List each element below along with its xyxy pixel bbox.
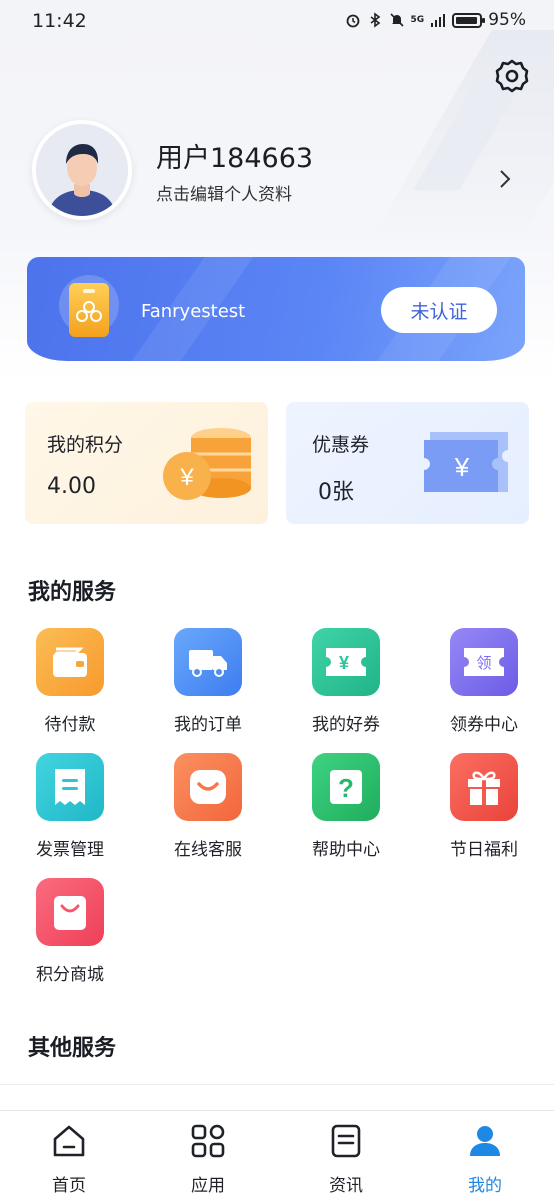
network-label: 5G: [410, 15, 425, 25]
verification-card[interactable]: Fanryestest 未认证: [27, 257, 525, 361]
tab-label: 资讯: [329, 1176, 363, 1196]
service-label: 我的订单: [174, 715, 242, 735]
tab-label: 我的: [468, 1176, 502, 1196]
mute-bell-icon: [389, 13, 404, 27]
profile-icon: [470, 1126, 500, 1156]
coupon-card[interactable]: 优惠券 0张 ¥: [286, 402, 529, 524]
my-services-title: 我的服务: [28, 580, 117, 605]
avatar[interactable]: [32, 120, 132, 220]
wallet-icon: [36, 628, 104, 696]
service-label: 领券中心: [450, 715, 518, 735]
avatar-image: [36, 124, 128, 216]
coupon-value: 0张: [318, 480, 354, 505]
coupon-currency-symbol: ¥: [454, 452, 470, 482]
id-badge-icon: [69, 283, 109, 337]
smile-glyph-icon: [190, 770, 226, 804]
service-smile-icon: [174, 753, 242, 821]
help-glyph-text: ?: [338, 773, 354, 803]
service-my-coupons[interactable]: ¥ 我的好券: [276, 628, 416, 735]
tab-apps[interactable]: 应用: [168, 1123, 248, 1196]
service-my-orders[interactable]: 我的订单: [138, 628, 278, 735]
service-holiday-benefits[interactable]: 节日福利: [414, 753, 554, 860]
service-label: 节日福利: [450, 840, 518, 860]
coupon-icon: ¥: [312, 628, 380, 696]
status-bar: 11:42 5G 95%: [0, 0, 554, 42]
service-label: 积分商城: [36, 965, 104, 985]
battery-level: 95%: [488, 10, 526, 30]
bottom-tab-bar: 首页 应用 资讯 我的: [0, 1110, 554, 1199]
truck-icon: [174, 628, 242, 696]
tab-news[interactable]: 资讯: [306, 1123, 386, 1196]
status-icons: 5G 95%: [345, 10, 526, 30]
shopping-bag-icon: [36, 878, 104, 946]
service-label: 待付款: [44, 715, 96, 735]
truck-glyph-icon: [189, 650, 227, 677]
status-time: 11:42: [32, 10, 87, 32]
bag-glyph-icon: [54, 896, 86, 930]
verify-button[interactable]: 未认证: [381, 287, 497, 333]
service-label: 我的好券: [312, 715, 380, 735]
coin-currency-symbol: ¥: [179, 464, 194, 491]
username[interactable]: 用户184663: [156, 136, 313, 175]
service-label: 在线客服: [174, 840, 242, 860]
invoice-glyph-icon: [55, 769, 85, 805]
alarm-icon: [346, 14, 359, 28]
home-icon: [53, 1125, 85, 1157]
apps-grid-icon: [191, 1124, 225, 1158]
gift-glyph-icon: [468, 771, 500, 805]
gift-icon: [450, 753, 518, 821]
coupon-center-glyph-icon: 领: [464, 648, 504, 676]
tab-home[interactable]: 首页: [29, 1123, 109, 1196]
wallet-glyph-icon: [53, 647, 87, 677]
service-label: 帮助中心: [312, 840, 380, 860]
bluetooth-icon: [370, 12, 380, 28]
invoice-icon: [36, 753, 104, 821]
tab-label: 首页: [52, 1176, 86, 1196]
service-coupon-center[interactable]: 领 领券中心: [414, 628, 554, 735]
service-invoice[interactable]: 发票管理: [0, 753, 140, 860]
points-card[interactable]: 我的积分 4.00 ¥: [25, 402, 268, 524]
service-label: 发票管理: [36, 840, 104, 860]
service-online-support[interactable]: 在线客服: [138, 753, 278, 860]
news-icon: [331, 1124, 361, 1158]
service-pending-payment[interactable]: 待付款: [0, 628, 140, 735]
service-help-center[interactable]: ? 帮助中心: [276, 753, 416, 860]
divider: [0, 1084, 554, 1085]
settings-gear-icon[interactable]: [494, 58, 530, 94]
help-glyph-icon: ?: [330, 770, 362, 804]
coupon-glyph-text: ¥: [339, 653, 349, 673]
battery-icon: [452, 12, 486, 28]
verified-name: Fanryestest: [141, 301, 246, 322]
tab-mine[interactable]: 我的: [445, 1123, 525, 1196]
coupon-title: 优惠券: [312, 434, 370, 456]
edit-profile-link[interactable]: 点击编辑个人资料: [156, 180, 292, 205]
chevron-right-icon[interactable]: [496, 168, 514, 190]
badge-emblem-icon: [76, 289, 102, 322]
coupon-center-icon: 领: [450, 628, 518, 696]
service-points-mall[interactable]: 积分商城: [0, 878, 140, 985]
help-icon: ?: [312, 753, 380, 821]
coupon-glyph-icon: ¥: [326, 648, 366, 676]
coins-icon: ¥: [163, 428, 251, 500]
signal-icon: [431, 14, 446, 27]
coupon-center-glyph-text: 领: [476, 654, 491, 672]
points-title: 我的积分: [47, 434, 124, 456]
points-value: 4.00: [47, 474, 96, 499]
other-services-title: 其他服务: [28, 1036, 117, 1061]
ticket-icon: ¥: [424, 432, 508, 492]
tab-label: 应用: [191, 1176, 225, 1196]
